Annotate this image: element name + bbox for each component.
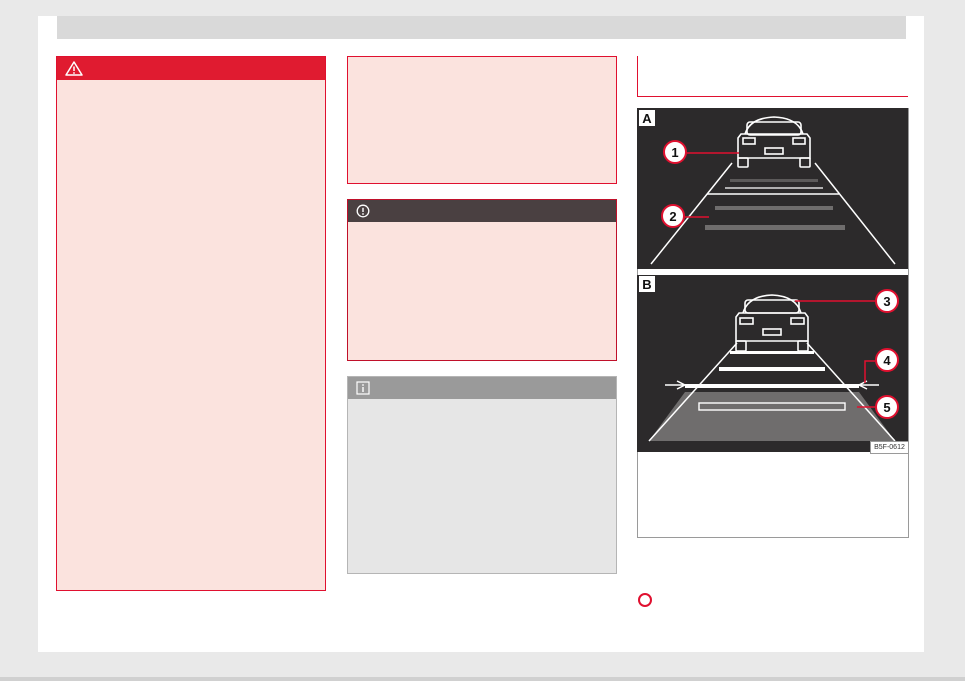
- callout-5: 5: [883, 400, 890, 415]
- callout-3: 3: [883, 294, 890, 309]
- reference-circle-icon: [638, 593, 652, 607]
- callout-4: 4: [883, 353, 891, 368]
- callout-1: 1: [671, 145, 678, 160]
- info-header: [348, 377, 616, 399]
- info-box: [347, 376, 617, 574]
- figure-panel-a: A 1 2: [637, 108, 908, 269]
- callout-2: 2: [669, 209, 676, 224]
- info-icon: [356, 381, 370, 395]
- page-bottom-strip: [0, 677, 965, 681]
- warning-triangle-icon: [65, 61, 83, 76]
- caution-circle-icon: [356, 204, 370, 218]
- caution-box: [347, 199, 617, 361]
- section-heading-rule: [637, 56, 908, 97]
- panel-letter-a: A: [642, 111, 652, 126]
- warning-header: [57, 57, 325, 80]
- warning-box: [56, 56, 326, 591]
- figure-panel-b: B 3 4 5: [637, 275, 908, 452]
- warning-continued-box: [347, 56, 617, 184]
- panel-letter-b: B: [642, 277, 651, 292]
- page-header-bar: [57, 16, 906, 39]
- figure-code: B5F-0612: [870, 441, 909, 454]
- caution-header: [348, 200, 616, 222]
